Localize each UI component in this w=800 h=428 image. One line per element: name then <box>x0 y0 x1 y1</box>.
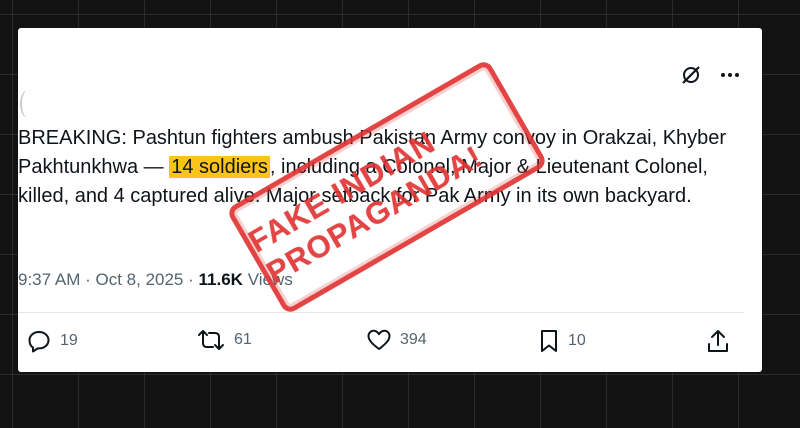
meta-separator: · <box>85 270 96 289</box>
highlighted-text: 14 soldiers <box>169 156 270 178</box>
bookmark-count: 10 <box>568 332 586 349</box>
meta-separator: · <box>188 270 199 289</box>
share-icon <box>706 328 730 354</box>
grok-icon[interactable] <box>680 64 702 86</box>
tweet-date[interactable]: Oct 8, 2025 <box>96 270 184 289</box>
repost-count: 61 <box>234 331 252 348</box>
repost-button[interactable]: 61 <box>196 328 252 352</box>
reply-button[interactable]: 19 <box>26 328 78 354</box>
tweet-top-actions <box>680 64 740 86</box>
tweet-meta: 9:37 AM · Oct 8, 2025 · 11.6K Views <box>18 270 293 290</box>
tweet-time[interactable]: 9:37 AM <box>18 270 80 289</box>
share-button[interactable] <box>706 328 730 354</box>
avatar[interactable] <box>20 90 36 118</box>
action-bar: 19 61 394 10 <box>18 328 762 362</box>
like-icon <box>366 328 392 352</box>
reply-count: 19 <box>60 332 78 349</box>
bookmark-icon <box>538 328 560 354</box>
views-label: Views <box>247 270 293 289</box>
views-count: 11.6K <box>198 270 243 289</box>
tweet-text: BREAKING: Pashtun fighters ambush Pakist… <box>18 124 742 211</box>
more-icon[interactable] <box>720 72 740 78</box>
divider <box>18 312 744 313</box>
tweet-card: BREAKING: Pashtun fighters ambush Pakist… <box>18 28 762 372</box>
bookmark-button[interactable]: 10 <box>538 328 586 354</box>
like-button[interactable]: 394 <box>366 328 427 352</box>
like-count: 394 <box>400 331 427 348</box>
reply-icon <box>26 328 52 354</box>
repost-icon <box>196 328 226 352</box>
